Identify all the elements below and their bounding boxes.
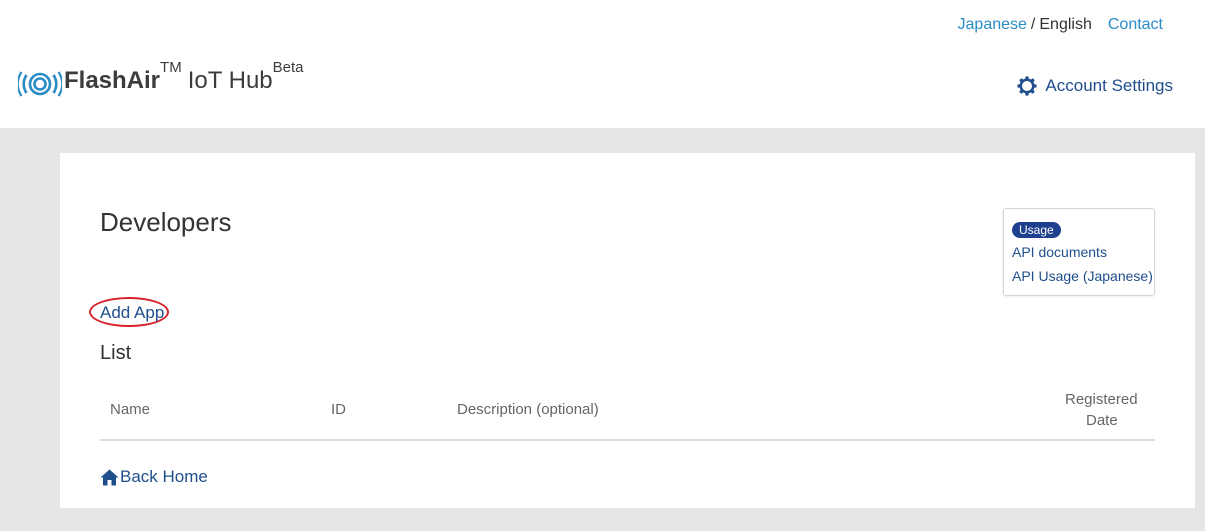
back-home-label: Back Home [120, 467, 208, 486]
home-icon [100, 469, 119, 485]
table-header-date: Date [1086, 412, 1118, 429]
lang-separator: / [1030, 16, 1036, 33]
list-title: List [100, 342, 132, 364]
add-app-link[interactable]: Add App [100, 303, 164, 323]
usage-box: Usage API documents API Usage (Japanese) [1003, 208, 1155, 296]
back-home-link[interactable]: Back Home [100, 467, 208, 487]
account-settings-link[interactable]: Account Settings [1017, 76, 1173, 96]
table-header-name: Name [110, 401, 151, 418]
api-usage-japanese-link[interactable]: API Usage (Japanese) [1012, 268, 1153, 284]
language-switcher: Japanese / English Contact [958, 16, 1163, 34]
lang-english-current: English [1039, 16, 1092, 33]
table-header-divider [100, 439, 1155, 441]
logo-tm: TM [160, 59, 182, 76]
site-header: Japanese / English Contact FlashAirTM Io… [0, 0, 1205, 128]
logo-beta: Beta [272, 59, 304, 76]
wifi-signal-icon [18, 71, 62, 97]
contact-link[interactable]: Contact [1108, 16, 1163, 34]
site-logo[interactable]: FlashAirTM IoT HubBeta [18, 59, 304, 99]
logo-product-text: IoT HubBeta [187, 59, 304, 94]
page-title: Developers [100, 207, 232, 237]
table-header-description: Description (optional) [457, 401, 599, 418]
gear-icon [1017, 76, 1038, 96]
table-header-registered: Registered [1065, 391, 1138, 408]
logo-brand-text: FlashAirTM [64, 59, 182, 94]
developers-panel: Developers Usage API documents API Usage… [60, 153, 1195, 508]
table-header-id: ID [331, 401, 346, 418]
account-settings-label: Account Settings [1045, 76, 1173, 95]
usage-badge: Usage [1012, 222, 1061, 238]
lang-japanese-link[interactable]: Japanese [958, 16, 1027, 34]
api-documents-link[interactable]: API documents [1012, 244, 1107, 260]
